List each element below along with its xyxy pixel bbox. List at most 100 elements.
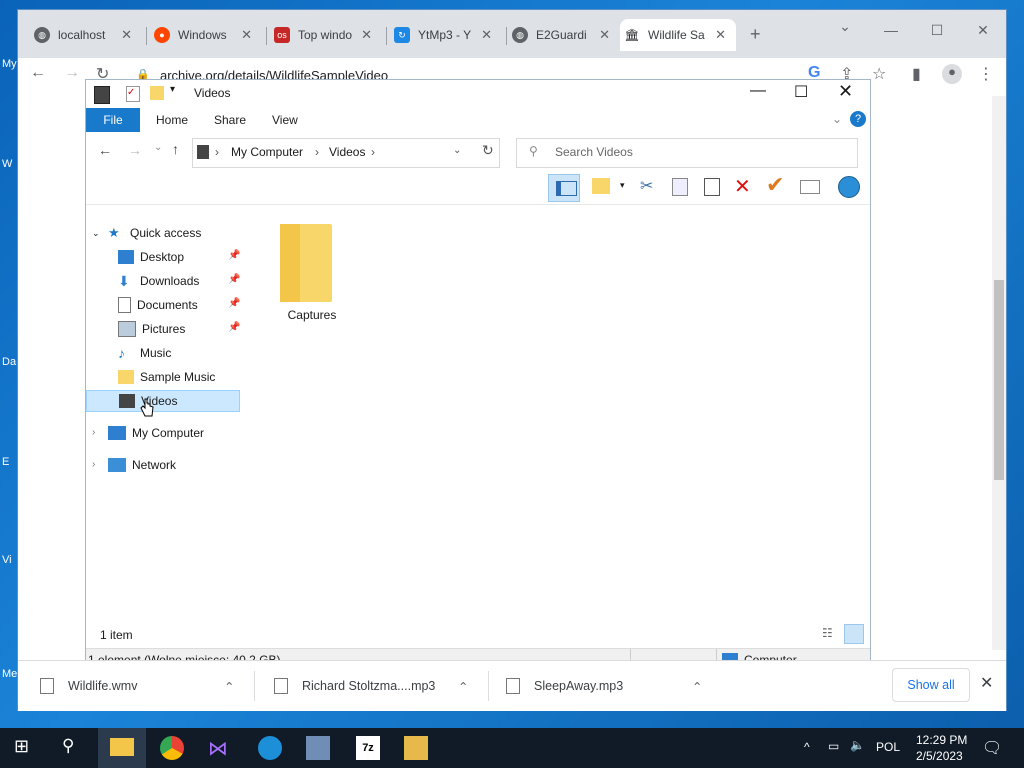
side-panel-icon[interactable]: ▮ — [912, 64, 921, 84]
folder-item[interactable]: Captures — [276, 220, 348, 324]
maximize-button[interactable]: ☐ — [794, 82, 808, 102]
new-folder-icon[interactable] — [592, 178, 610, 194]
desktop-label[interactable]: W — [2, 158, 12, 170]
desktop-label[interactable]: My — [2, 58, 17, 70]
address-box[interactable]: › My Computer › Videos › ⌄ — [192, 138, 500, 168]
nav-item-desktop[interactable]: Desktop — [118, 246, 184, 268]
close-icon[interactable]: ✕ — [599, 27, 610, 43]
copy-icon[interactable] — [672, 178, 688, 196]
close-icon[interactable]: ✕ — [121, 27, 132, 43]
rename-icon[interactable] — [800, 180, 820, 194]
network-manager-icon[interactable] — [306, 736, 330, 760]
breadcrumb-videos[interactable]: Videos — [329, 145, 365, 159]
page-scrollbar[interactable] — [992, 96, 1006, 650]
tab-file[interactable]: File — [86, 108, 140, 132]
language-indicator[interactable]: POL — [876, 740, 900, 754]
7zip-icon[interactable]: 7z — [356, 736, 380, 760]
paste-icon[interactable] — [704, 178, 720, 196]
maximize-button[interactable]: ☐ — [922, 22, 952, 39]
cut-icon[interactable]: ✂ — [640, 176, 653, 196]
nav-item-sample-music[interactable]: Sample Music — [118, 366, 215, 388]
chevron-down-icon[interactable]: ⌄ — [832, 112, 842, 126]
edge-icon[interactable] — [258, 736, 282, 760]
details-view-icon[interactable]: ☷ — [822, 626, 833, 640]
volume-icon[interactable]: 🔈 — [850, 738, 865, 752]
taskbar-file-explorer[interactable] — [98, 728, 146, 768]
forward-icon[interactable]: → — [128, 142, 142, 158]
download-item[interactable]: SleepAway.mp3 ⌃ — [506, 673, 702, 699]
nav-quick-access[interactable]: ⌄ ★ Quick access — [92, 222, 201, 244]
media-player-icon[interactable] — [404, 736, 428, 760]
layout-pane-icon[interactable] — [548, 174, 580, 202]
close-button[interactable]: ✕ — [968, 22, 998, 39]
chevron-right-icon[interactable]: › — [92, 454, 108, 476]
network-tray-icon[interactable]: ▭ — [828, 739, 839, 753]
forward-icon[interactable]: → — [64, 64, 80, 82]
back-icon[interactable]: ← — [98, 142, 112, 158]
scrollbar-thumb[interactable] — [994, 280, 1004, 480]
nav-network[interactable]: › Network — [92, 454, 176, 476]
chrome-icon[interactable] — [160, 736, 184, 760]
nav-my-computer[interactable]: › My Computer — [92, 422, 204, 444]
tab-top-windows[interactable]: os Top windo ✕ — [270, 19, 382, 51]
nav-item-pictures[interactable]: Pictures — [118, 318, 185, 340]
tab-e2guardian[interactable]: ◍ E2Guardi ✕ — [508, 19, 620, 51]
chevron-down-icon[interactable]: ⌄ — [92, 222, 108, 244]
notification-icon[interactable]: 🗨 — [982, 738, 1002, 758]
minimize-button[interactable]: — — [876, 22, 906, 38]
properties-icon[interactable]: ✓ — [126, 86, 140, 102]
star-icon[interactable]: ☆ — [872, 64, 886, 84]
large-icons-view-icon[interactable] — [844, 624, 864, 644]
start-icon[interactable]: ⊞ — [14, 736, 38, 760]
new-tab-button[interactable]: + — [750, 24, 761, 45]
chevron-down-icon[interactable]: ⌄ — [154, 142, 162, 153]
chevron-down-icon[interactable]: ▾ — [620, 180, 625, 191]
close-icon[interactable]: ✕ — [361, 27, 372, 43]
chevron-down-icon[interactable]: ⌄ — [453, 145, 461, 156]
chevron-right-icon[interactable]: › — [92, 422, 108, 444]
clock-time[interactable]: 12:29 PM — [916, 733, 967, 747]
desktop-label[interactable]: Me — [2, 668, 17, 680]
tab-home[interactable]: Home — [156, 108, 188, 132]
tab-wildlife[interactable]: 🏛 Wildlife Sa ✕ — [620, 19, 736, 51]
desktop-label[interactable]: Vi — [2, 554, 12, 566]
chevron-up-icon[interactable]: ⌃ — [458, 679, 468, 694]
chevron-up-icon[interactable]: ⌃ — [224, 679, 234, 694]
nav-item-documents[interactable]: Documents — [118, 294, 198, 316]
clock-date[interactable]: 2/5/2023 — [916, 749, 963, 763]
show-all-button[interactable]: Show all — [892, 668, 970, 702]
globe-icon[interactable] — [838, 176, 860, 198]
close-icon[interactable]: ✕ — [481, 27, 492, 43]
tab-search-button[interactable]: ⌄ — [830, 18, 860, 35]
folder-icon[interactable] — [150, 86, 164, 100]
close-icon[interactable]: ✕ — [241, 27, 252, 43]
menu-icon[interactable]: ⋮ — [978, 64, 994, 84]
help-icon[interactable]: ? — [850, 111, 866, 127]
desktop-label[interactable]: E — [2, 456, 9, 468]
back-icon[interactable]: ← — [30, 64, 46, 82]
tab-share[interactable]: Share — [214, 108, 246, 132]
tab-localhost[interactable]: ◍ localhost ✕ — [30, 19, 142, 51]
checkmark-icon[interactable]: ✔ — [766, 172, 784, 198]
visual-studio-icon[interactable]: ⋈ — [208, 736, 232, 760]
minimize-button[interactable]: — — [750, 82, 766, 100]
delete-icon[interactable]: ✕ — [734, 174, 751, 199]
close-icon[interactable]: ✕ — [715, 27, 726, 43]
chevron-down-icon[interactable]: ▾ — [170, 84, 175, 95]
refresh-icon[interactable]: ↻ — [482, 142, 494, 159]
close-button[interactable]: ✕ — [838, 81, 853, 102]
profile-icon[interactable]: ● — [942, 64, 962, 84]
search-icon[interactable]: ⚲ — [62, 736, 86, 760]
breadcrumb-my-computer[interactable]: My Computer — [231, 145, 303, 159]
chevron-up-icon[interactable]: ^ — [804, 740, 810, 754]
search-input[interactable]: ⚲ Search Videos — [516, 138, 858, 168]
nav-item-downloads[interactable]: ⬇ Downloads — [118, 270, 199, 292]
download-item[interactable]: Richard Stoltzma....mp3 ⌃ — [274, 673, 468, 699]
tab-windows[interactable]: ● Windows ✕ — [150, 19, 262, 51]
chevron-right-icon[interactable]: › — [371, 145, 375, 159]
chevron-up-icon[interactable]: ⌃ — [692, 679, 702, 694]
desktop-label[interactable]: Da — [2, 356, 16, 368]
nav-item-music[interactable]: ♪ Music — [118, 342, 171, 364]
up-icon[interactable]: ↑ — [172, 141, 179, 157]
tab-ytmp3[interactable]: ↻ YtMp3 - Y ✕ — [390, 19, 502, 51]
